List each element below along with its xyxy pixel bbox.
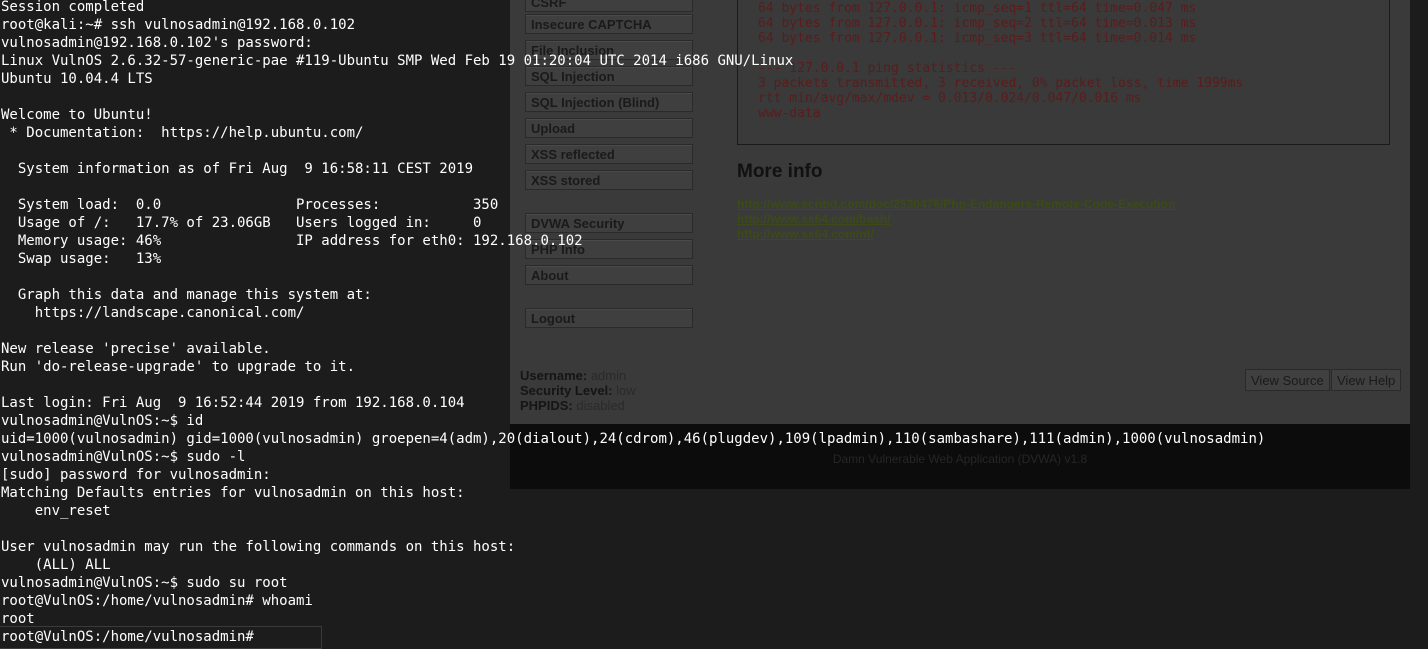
terminal-line: vulnosadmin@192.168.0.102's password: (1, 35, 313, 51)
security-level-value: low (616, 383, 636, 398)
ping-output-line: 64 bytes from 127.0.0.1: icmp_seq=3 ttl=… (758, 31, 1197, 46)
terminal-line: root@kali:~# ssh vulnosadmin@192.168.0.1… (1, 17, 356, 33)
terminal-line: vulnosadmin@VulnOS:~$ sudo su root (1, 575, 288, 591)
terminal-line: vulnosadmin@VulnOS:~$ id (1, 413, 204, 429)
terminal-line: [sudo] password for vulnosadmin: (1, 467, 271, 483)
phpids-value: disabled (576, 398, 625, 413)
terminal-line: User vulnosadmin may run the following c… (1, 539, 516, 555)
terminal-line: root@VulnOS:/home/vulnosadmin# whoami (1, 593, 313, 609)
terminal-line: Graph this data and manage this system a… (1, 287, 372, 303)
username-value: admin (590, 368, 627, 383)
terminal-line: Ubuntu 10.04.4 LTS (1, 71, 153, 87)
ping-output-line: 64 bytes from 127.0.0.1: icmp_seq=1 ttl=… (758, 1, 1197, 16)
terminal-input-area[interactable] (0, 626, 322, 649)
info-link-ss64-bash[interactable]: http://www.ss64.com/bash/ (737, 212, 891, 226)
terminal-line: Last login: Fri Aug 9 16:52:44 2019 from… (1, 395, 465, 411)
menu-item-sql-injection-blind[interactable]: SQL Injection (Blind) (525, 92, 693, 112)
info-link-scribd[interactable]: http://www.scribd.com/doc/2530476/Php-En… (737, 197, 1175, 211)
menu-item-csrf[interactable]: CSRF (525, 0, 693, 12)
terminal-line: uid=1000(vulnosadmin) gid=1000(vulnosadm… (1, 431, 1266, 447)
terminal-line: Swap usage: 13% (1, 251, 162, 267)
view-help-button[interactable]: View Help (1331, 369, 1402, 391)
terminal-line: New release 'precise' available. (1, 341, 271, 357)
menu-item-xss-reflected[interactable]: XSS reflected (525, 144, 693, 164)
terminal-line: https://landscape.canonical.com/ (1, 305, 305, 321)
ping-output-line: 64 bytes from 127.0.0.1: icmp_seq=2 ttl=… (758, 16, 1197, 31)
terminal-line: System load: 0.0 Processes: 350 (1, 197, 499, 213)
menu-item-insecure-captcha[interactable]: Insecure CAPTCHA (525, 14, 693, 34)
terminal-line: Matching Defaults entries for vulnosadmi… (1, 485, 465, 501)
terminal-line: vulnosadmin@VulnOS:~$ sudo -l (1, 449, 246, 465)
ping-output-line: --- 127.0.0.1 ping statistics --- (758, 61, 1017, 76)
menu-item-about[interactable]: About (525, 265, 693, 285)
view-source-button[interactable]: View Source (1245, 369, 1330, 391)
dvwa-browser-window: CSRF Insecure CAPTCHA File Inclusion SQL… (510, 0, 1410, 489)
terminal-line: (ALL) ALL (1, 557, 111, 573)
terminal-line: Run 'do-release-upgrade' to upgrade to i… (1, 359, 356, 375)
ping-output-line: rtt min/avg/max/mdev = 0.013/0.024/0.047… (758, 91, 1142, 106)
ping-output-line: 3 packets transmitted, 3 received, 0% pa… (758, 76, 1244, 91)
terminal-line: Session completed (1, 0, 145, 15)
terminal-line: env_reset (1, 503, 111, 519)
terminal-line: * Documentation: https://help.ubuntu.com… (1, 125, 364, 141)
more-info-heading: More info (737, 161, 823, 182)
menu-item-xss-stored[interactable]: XSS stored (525, 170, 693, 190)
terminal-line: Welcome to Ubuntu! (1, 107, 153, 123)
footer-text: Damn Vulnerable Web Application (DVWA) v… (832, 452, 1088, 466)
info-link-ss64-nt[interactable]: http://www.ss64.com/nt/ (737, 227, 874, 241)
menu-item-upload[interactable]: Upload (525, 118, 693, 138)
phpids-label: PHPIDS: (520, 398, 573, 413)
terminal-line: System information as of Fri Aug 9 16:58… (1, 161, 474, 177)
username-label: Username: (520, 368, 588, 383)
terminal-line: Linux VulnOS 2.6.32-57-generic-pae #119-… (1, 53, 794, 69)
terminal-line: Usage of /: 17.7% of 23.06GB Users logge… (1, 215, 482, 231)
terminal-line: Memory usage: 46% IP address for eth0: 1… (1, 233, 583, 249)
menu-item-dvwa-security[interactable]: DVWA Security (525, 213, 693, 233)
ping-output-line: www-data (758, 106, 821, 121)
command-output-box: 64 bytes from 127.0.0.1: icmp_seq=1 ttl=… (737, 0, 1390, 145)
menu-item-logout[interactable]: Logout (525, 308, 693, 328)
user-info-block: Username: admin Security Level: low PHPI… (520, 368, 636, 413)
security-level-label: Security Level: (520, 383, 613, 398)
